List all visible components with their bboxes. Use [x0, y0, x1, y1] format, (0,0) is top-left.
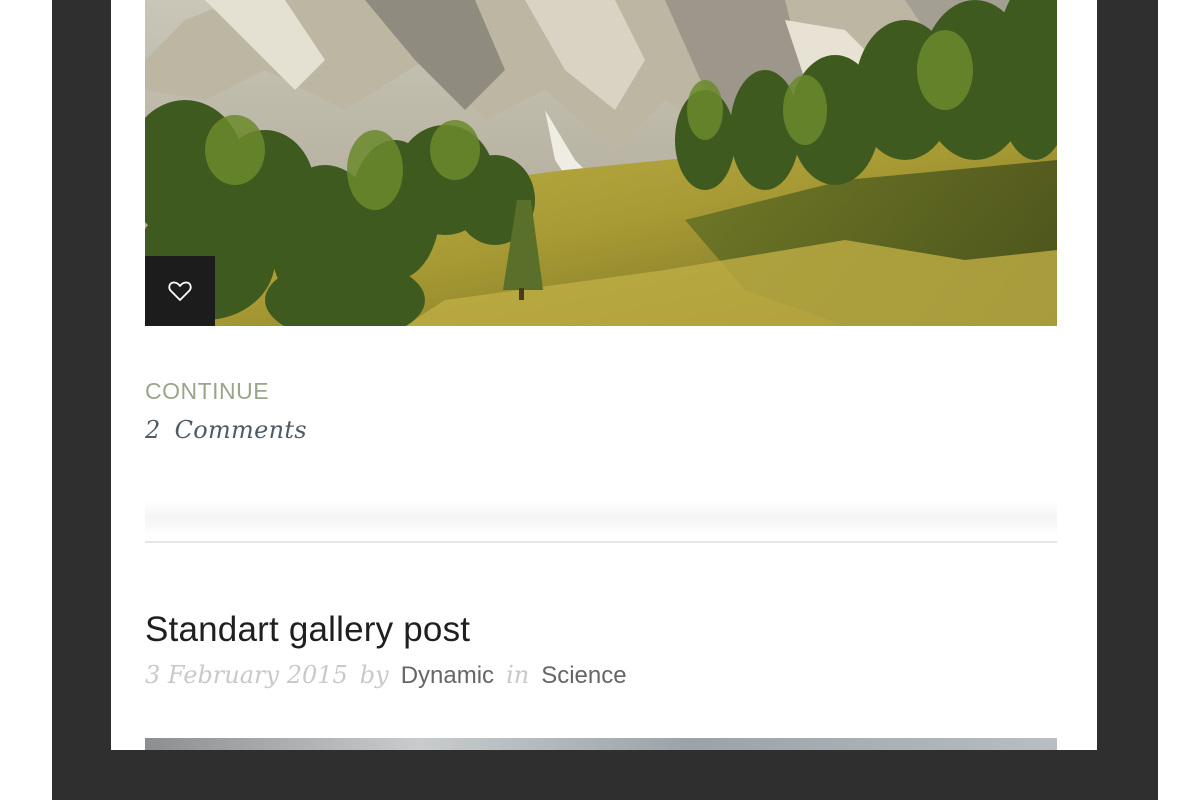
faded-share-bar: [145, 500, 1057, 536]
continue-link[interactable]: CONTINUE: [145, 378, 269, 405]
post-title[interactable]: Standart gallery post: [145, 610, 470, 650]
in-label: in: [506, 661, 530, 689]
comments-count[interactable]: 2 Comments: [145, 416, 307, 444]
heart-icon: [168, 281, 192, 301]
mountain-landscape-image: [145, 0, 1057, 326]
author-link[interactable]: Dynamic: [401, 662, 494, 689]
like-button[interactable]: [145, 256, 215, 326]
phone-screen: CONTINUE 2 Comments Standart gallery post…: [111, 0, 1097, 750]
post-date: 3 February 2015: [145, 661, 348, 689]
post-meta: 3 February 2015 by Dynamic in Science: [145, 661, 627, 690]
comments-number: 2: [145, 416, 161, 444]
by-label: by: [359, 661, 389, 689]
post-featured-image[interactable]: [145, 0, 1057, 326]
comments-label: Comments: [174, 416, 307, 444]
next-post-image[interactable]: [145, 738, 1057, 750]
post-divider: [145, 541, 1057, 543]
category-link[interactable]: Science: [541, 662, 626, 689]
